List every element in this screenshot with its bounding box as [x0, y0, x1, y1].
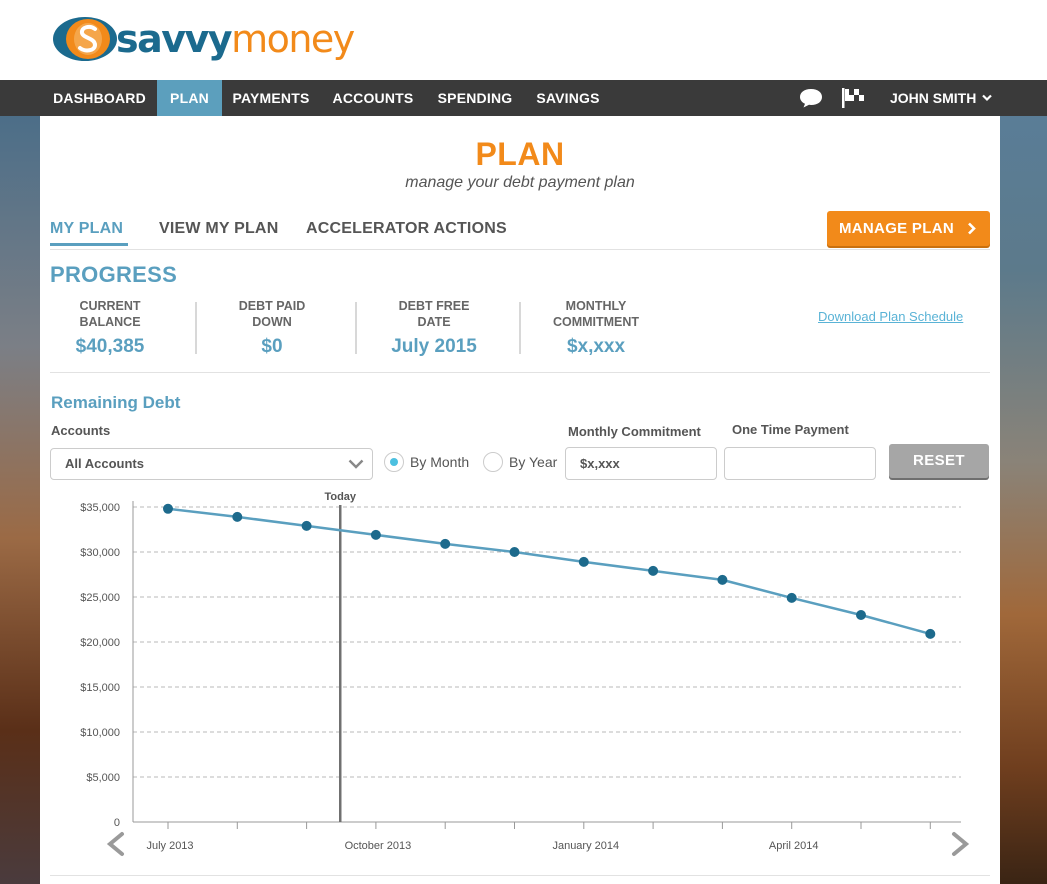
user-name: JOHN SMITH — [890, 90, 977, 106]
nav-savings[interactable]: SAVINGS — [524, 80, 612, 116]
data-point[interactable] — [786, 592, 797, 603]
logo-wordmark: savvymoney — [116, 17, 355, 61]
x-tick-label: April 2014 — [769, 840, 819, 852]
data-point[interactable] — [717, 574, 728, 585]
data-point[interactable] — [925, 628, 936, 639]
y-tick-label: $10,000 — [80, 727, 120, 739]
chevron-down-icon — [982, 94, 993, 102]
chevron-left-icon[interactable] — [106, 832, 124, 856]
chat-bubble-icon[interactable] — [799, 88, 823, 108]
nav-accounts[interactable]: ACCOUNTS — [320, 80, 426, 116]
today-marker-label: Today — [324, 491, 356, 503]
user-menu[interactable]: JOHN SMITH — [890, 80, 993, 116]
savvymoney-logo[interactable]: savvymoney — [52, 16, 355, 62]
data-point[interactable] — [509, 547, 520, 557]
logo-savvy-text: savvy — [116, 17, 233, 61]
series-line — [167, 507, 931, 636]
data-point[interactable] — [856, 610, 866, 620]
data-point[interactable] — [578, 556, 589, 567]
remaining-debt-chart: $35,000 $30,000 $25,000 $20,000 $15,000 $10,0… — [80, 491, 970, 856]
x-tick-label: July 2013 — [146, 840, 193, 852]
data-point[interactable] — [232, 511, 243, 522]
main-nav: DASHBOARD PLAN PAYMENTS ACCOUNTS SPENDIN… — [0, 80, 1047, 116]
y-tick-label: $15,000 — [80, 682, 120, 694]
data-point[interactable] — [370, 529, 381, 540]
nav-payments[interactable]: PAYMENTS — [222, 80, 320, 116]
data-point[interactable] — [648, 565, 659, 576]
nav-dashboard[interactable]: DASHBOARD — [42, 80, 157, 116]
nav-spending[interactable]: SPENDING — [426, 80, 524, 116]
logo-mark-icon — [53, 17, 117, 61]
logo-money-text: money — [231, 17, 355, 61]
data-point[interactable] — [163, 503, 173, 514]
header: savvymoney — [0, 0, 1047, 80]
content-panel: PLAN manage your debt payment plan MY PL… — [40, 116, 1000, 884]
y-tick-label: $30,000 — [80, 547, 120, 559]
y-tick-label: 0 — [114, 817, 120, 829]
flag-icon[interactable] — [841, 88, 865, 108]
chevron-right-icon[interactable] — [952, 832, 970, 856]
data-point[interactable] — [301, 520, 312, 531]
data-point[interactable] — [440, 538, 451, 549]
x-tick-label: January 2014 — [552, 840, 619, 852]
y-tick-label: $5,000 — [86, 772, 120, 784]
y-tick-label: $25,000 — [80, 592, 120, 604]
x-tick-label: October 2013 — [345, 840, 412, 852]
section-divider — [50, 875, 990, 876]
y-tick-label: $35,000 — [80, 502, 120, 514]
nav-plan[interactable]: PLAN — [157, 80, 222, 116]
y-tick-label: $20,000 — [80, 637, 120, 649]
